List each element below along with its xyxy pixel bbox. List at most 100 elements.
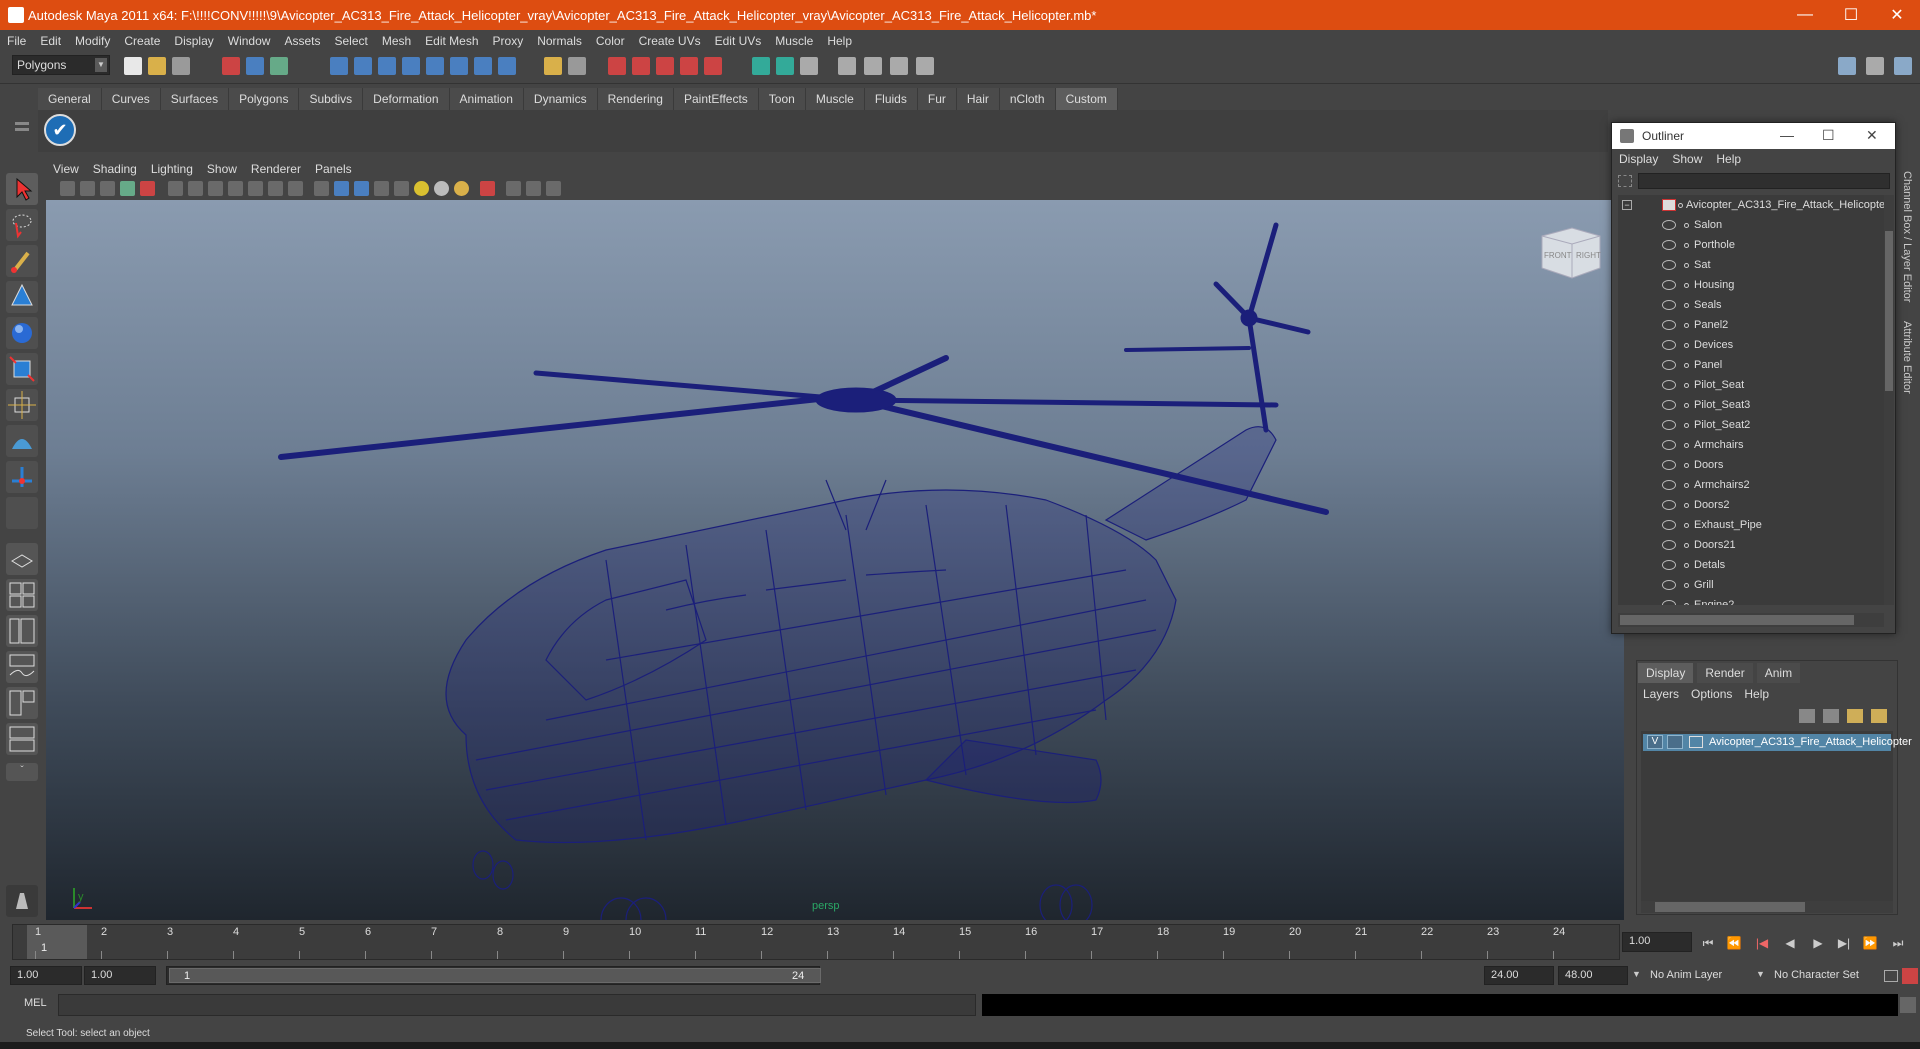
shelf-tab-fluids[interactable]: Fluids <box>864 88 918 110</box>
lock-icon[interactable] <box>544 57 562 75</box>
outliner-item[interactable]: Pilot_Seat3 <box>1618 395 1888 415</box>
all-lights-icon[interactable] <box>434 181 449 196</box>
grid-icon[interactable] <box>168 181 183 196</box>
menu-help[interactable]: Help <box>820 30 859 52</box>
outliner-item[interactable]: Doors <box>1618 455 1888 475</box>
filter-icon[interactable] <box>1618 175 1632 187</box>
layout-persp-graph-icon[interactable] <box>6 723 38 755</box>
outliner-item[interactable]: Housing <box>1618 275 1888 295</box>
outliner-item[interactable]: Seals <box>1618 295 1888 315</box>
shelf-tab-dynamics[interactable]: Dynamics <box>523 88 598 110</box>
graph-editor-icon[interactable] <box>864 57 882 75</box>
menu-color[interactable]: Color <box>589 30 632 52</box>
menu-edit[interactable]: Edit <box>33 30 68 52</box>
outliner-item[interactable]: Salon <box>1618 215 1888 235</box>
panel-menu-lighting[interactable]: Lighting <box>144 160 200 178</box>
checkmark-icon[interactable]: ✔ <box>44 114 76 146</box>
outliner-item[interactable]: Devices <box>1618 335 1888 355</box>
hypershade-icon[interactable] <box>838 57 856 75</box>
outliner-item[interactable]: Armchairs <box>1618 435 1888 455</box>
move-layer-down-icon[interactable] <box>1823 709 1839 723</box>
last-tool-icon[interactable] <box>6 497 38 529</box>
go-to-start-button[interactable]: ⏮ <box>1698 934 1718 952</box>
bookmark-icon[interactable] <box>100 181 115 196</box>
lasso-tool-icon[interactable] <box>6 209 38 241</box>
select-hierarchy-icon[interactable] <box>222 57 240 75</box>
outliner-vertical-scrollbar[interactable] <box>1884 195 1894 605</box>
key-icon[interactable] <box>1884 970 1898 982</box>
2d-pan-zoom-icon[interactable] <box>140 181 155 196</box>
layout-attribute-icon[interactable] <box>1894 57 1912 75</box>
rotate-tool-icon[interactable] <box>6 317 38 349</box>
isolate-select-icon[interactable] <box>480 181 495 196</box>
layer-tab-display[interactable]: Display <box>1638 663 1694 683</box>
menu-edit-mesh[interactable]: Edit Mesh <box>418 30 485 52</box>
panel-menu-panels[interactable]: Panels <box>308 160 359 178</box>
panel-menu-view[interactable]: View <box>46 160 86 178</box>
collapse-icon[interactable]: − <box>1622 200 1632 210</box>
menu-normals[interactable]: Normals <box>530 30 589 52</box>
chevron-down-icon[interactable]: ˇ <box>6 763 38 781</box>
animation-preferences-icon[interactable] <box>1902 968 1918 984</box>
save-scene-icon[interactable] <box>172 57 190 75</box>
layout-single-icon[interactable] <box>1838 57 1856 75</box>
script-editor-icon[interactable] <box>1900 997 1916 1013</box>
shelf-tab-rendering[interactable]: Rendering <box>597 88 674 110</box>
layout-channel-box-icon[interactable] <box>1866 57 1884 75</box>
shadows-icon[interactable] <box>454 181 469 196</box>
step-forward-frame-button[interactable]: ▶| <box>1834 934 1854 952</box>
outliner-search-input[interactable] <box>1638 173 1890 189</box>
render-frame-icon[interactable] <box>704 57 722 75</box>
menu-select[interactable]: Select <box>327 30 374 52</box>
move-layer-up-icon[interactable] <box>1799 709 1815 723</box>
smooth-shade-icon[interactable] <box>334 181 349 196</box>
snap-point-icon[interactable] <box>378 57 396 75</box>
outliner-item[interactable]: Armchairs2 <box>1618 475 1888 495</box>
shelf-tab-muscle[interactable]: Muscle <box>805 88 865 110</box>
layer-color-swatch-icon[interactable] <box>1689 736 1703 748</box>
checker-icon[interactable] <box>394 181 409 196</box>
outliner-menu-show[interactable]: Show <box>1665 149 1709 169</box>
layer-tab-anim[interactable]: Anim <box>1756 663 1801 683</box>
xray-icon[interactable] <box>506 181 521 196</box>
field-chart-icon[interactable] <box>248 181 263 196</box>
snap-curve-icon[interactable] <box>354 57 372 75</box>
shelf-tab-deformation[interactable]: Deformation <box>363 88 450 110</box>
move-tool-icon[interactable] <box>6 281 38 313</box>
textured-icon[interactable] <box>374 181 389 196</box>
snap-view-icon[interactable] <box>450 57 468 75</box>
layout-outliner-persp-icon[interactable] <box>6 615 38 647</box>
xray-joints-icon[interactable] <box>526 181 541 196</box>
menu-create[interactable]: Create <box>117 30 167 52</box>
layout-four-pane-icon[interactable] <box>6 579 38 611</box>
animation-start-field[interactable]: 1.00 <box>10 966 82 985</box>
snap-surface-icon[interactable] <box>426 57 444 75</box>
shelf-tab-general[interactable]: General <box>38 88 102 110</box>
select-tool-icon[interactable] <box>6 173 38 205</box>
range-slider-handle[interactable]: 1 24 <box>169 968 821 983</box>
outliner-item[interactable]: Doors21 <box>1618 535 1888 555</box>
play-forwards-button[interactable]: ▶ <box>1808 934 1828 952</box>
view-cube[interactable]: FRONT RIGHT <box>1536 224 1602 282</box>
step-forward-key-button[interactable]: ⏩ <box>1860 934 1880 952</box>
gate-mask-icon[interactable] <box>228 181 243 196</box>
select-component-icon[interactable] <box>270 57 288 75</box>
shelf-tab-toon[interactable]: Toon <box>758 88 806 110</box>
animation-end-field[interactable]: 48.00 <box>1558 966 1628 985</box>
scrollbar-thumb[interactable] <box>1885 231 1893 391</box>
select-object-icon[interactable] <box>246 57 264 75</box>
construction-history-icon[interactable] <box>680 57 698 75</box>
go-to-end-button[interactable]: ⏭ <box>1888 934 1908 952</box>
camera-icon[interactable] <box>60 181 75 196</box>
shelf-tab-fur[interactable]: Fur <box>917 88 957 110</box>
shelf-tab-hair[interactable]: Hair <box>956 88 1000 110</box>
outliner-item[interactable]: Panel <box>1618 355 1888 375</box>
shelf-tab-painteffects[interactable]: PaintEffects <box>673 88 759 110</box>
attribute-editor-tab[interactable]: Attribute Editor <box>1901 321 1913 394</box>
outliner-item[interactable]: Exhaust_Pipe <box>1618 515 1888 535</box>
outliner-item[interactable]: Doors2 <box>1618 495 1888 515</box>
menu-assets[interactable]: Assets <box>277 30 327 52</box>
menu-muscle[interactable]: Muscle <box>768 30 820 52</box>
manipulator-tool-icon[interactable] <box>6 389 38 421</box>
minimize-button[interactable]: — <box>1782 0 1828 30</box>
